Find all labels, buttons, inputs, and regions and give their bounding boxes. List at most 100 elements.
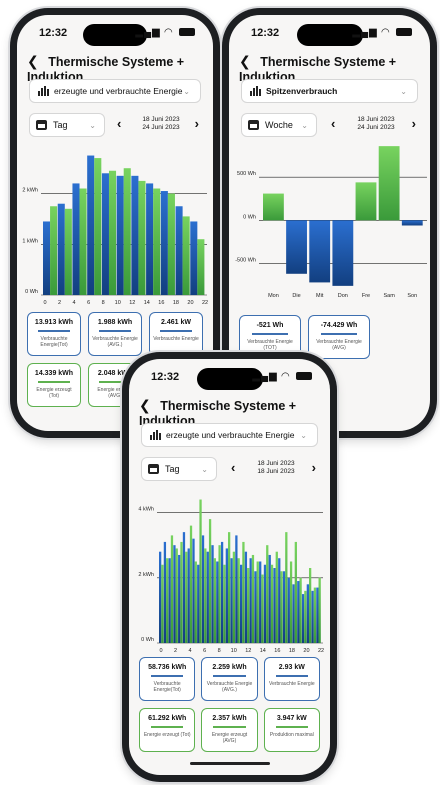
consumption-bar — [220, 541, 224, 643]
stat-card[interactable]: 2.461 kW Verbrauchte Energie — [149, 312, 203, 356]
stat-divider — [321, 333, 357, 335]
nav-bar: ❮ Thermische Systeme + Induktion — [27, 53, 203, 84]
production-bar — [270, 564, 274, 643]
x-tick-label: 12 — [245, 648, 251, 654]
period-select[interactable]: Woche ⌄ — [241, 113, 317, 137]
x-tick-label: 6 — [87, 300, 90, 305]
date-range-row: Woche ⌄ ‹ 18 Juni 2023 24 Juni 2023 › — [241, 113, 418, 137]
x-tick-label: 16 — [158, 300, 164, 305]
nav-bar: ❮ Thermische Systeme + Induktion — [139, 397, 320, 428]
consumption-bar — [332, 220, 354, 286]
stat-divider — [213, 675, 246, 677]
consumption-bar — [43, 221, 51, 295]
consumption-bar — [225, 548, 228, 643]
production-bar — [199, 499, 202, 643]
energy-chart: 4 kWh 2 kWh 0 Wh 0 2 4 6 8 10 12 14 16 18 20 22 — [129, 489, 330, 654]
next-arrow-icon[interactable]: › — [312, 460, 316, 475]
status-time: 12:32 — [151, 371, 180, 383]
stat-card[interactable]: 2.259 kWh Verbrauchte Energie (AVG.) — [201, 657, 258, 701]
stat-card[interactable]: 2.357 kWh Energie erzeugt (AVG) — [201, 708, 258, 752]
metric-select[interactable]: erzeugte und verbrauchte Energie ⌄ — [141, 423, 318, 447]
x-tick-label: 18 — [289, 648, 295, 654]
stat-card[interactable]: -74.429 Wh Verbrauchte Energie (AVG) — [308, 315, 370, 359]
stat-value: 61.292 kWh — [148, 715, 187, 722]
stat-divider — [213, 726, 246, 728]
x-tick-label: Mon — [268, 293, 279, 299]
production-bar — [123, 168, 131, 295]
x-tick-label: 20 — [187, 300, 193, 305]
period-select[interactable]: Tag ⌄ — [141, 457, 217, 481]
prev-arrow-icon[interactable]: ‹ — [231, 460, 235, 475]
stat-divider — [275, 726, 309, 728]
screen-center: 12:32 ▂▄▆ ◠ ❮ Thermische Systeme + Induk… — [129, 359, 330, 775]
next-arrow-icon[interactable]: › — [412, 116, 416, 131]
stat-card[interactable]: 14.339 kWh Energie erzeugt (Tot) — [27, 363, 81, 407]
period-select[interactable]: Tag ⌄ — [29, 113, 105, 137]
metric-select[interactable]: erzeugte und verbrauchte Energie ⌄ — [29, 79, 201, 103]
production-bar — [247, 568, 250, 643]
prev-arrow-icon[interactable]: ‹ — [117, 116, 121, 131]
stat-label: Verbrauchte Energie (TOT) — [247, 339, 293, 351]
date-range-row: Tag ⌄ ‹ 18 Juni 2023 24 Juni 2023 › — [29, 113, 201, 137]
consumption-bar — [72, 183, 80, 295]
back-chevron-icon[interactable]: ❮ — [27, 53, 39, 70]
consumption-bar — [159, 551, 162, 643]
consumption-bar — [211, 545, 214, 643]
next-arrow-icon[interactable]: › — [195, 116, 199, 131]
y-tick-label: -500 Wh — [235, 257, 256, 263]
date-start: 18 Juni 2023 — [142, 116, 180, 123]
production-bar — [79, 188, 87, 295]
production-bar — [175, 548, 178, 643]
chevron-down-icon: ⌄ — [183, 86, 190, 96]
stat-value: 14.339 kWh — [34, 370, 74, 377]
battery-icon — [179, 28, 195, 37]
prev-arrow-icon[interactable]: ‹ — [331, 116, 335, 131]
back-chevron-icon[interactable]: ❮ — [239, 53, 251, 70]
stat-value: 2.357 kWh — [212, 715, 247, 722]
stat-card[interactable]: 58.736 kWh Verbrauchte Energie(Tot) — [139, 657, 196, 701]
production-bar — [50, 206, 58, 295]
metric-select-value: erzeugte und verbrauchte Energie — [166, 430, 295, 440]
stat-label: Verbrauchte Energie (AVG) — [316, 339, 362, 351]
production-bar — [299, 577, 302, 643]
production-bar — [208, 519, 212, 643]
production-bar — [237, 558, 240, 643]
peak-consumption-chart: 500 Wh 0 Wh -500 Wh Mon Die Mit Don Fre Sam Son — [229, 145, 430, 310]
production-bar — [294, 541, 297, 643]
stat-card[interactable]: 61.292 kWh Energie erzeugt (Tot) — [139, 708, 196, 752]
calendar-icon — [36, 120, 47, 130]
y-tick-label: 0 Wh — [141, 637, 154, 643]
consumption-bar — [192, 538, 195, 643]
x-tick-label: Fre — [362, 293, 370, 299]
stat-label: Verbrauchte Energie(Tot) — [153, 681, 181, 693]
production-bar — [289, 561, 293, 643]
consumption-bar — [190, 221, 198, 295]
production-bar — [308, 568, 312, 643]
stat-card[interactable]: 2.93 kW Verbrauchte Energie — [263, 657, 320, 701]
y-tick-label: 4 kWh — [138, 507, 154, 513]
metric-select[interactable]: Spitzenverbrauch ⌄ — [241, 79, 418, 103]
consumption-bar — [249, 558, 252, 643]
stat-value: 1.988 kWh — [97, 319, 133, 326]
x-tick-label: 22 — [202, 300, 208, 305]
chevron-down-icon: ⌄ — [300, 430, 307, 440]
production-bar — [378, 146, 400, 221]
production-bar — [227, 532, 231, 643]
x-tick-label: 0 — [43, 300, 46, 305]
peak-chart-svg: 500 Wh 0 Wh -500 Wh Mon Die Mit Don Fre Sam Son — [235, 146, 427, 299]
x-tick-label: Don — [338, 293, 348, 299]
consumption-bar — [268, 554, 271, 643]
back-chevron-icon[interactable]: ❮ — [139, 397, 151, 414]
stat-divider — [275, 675, 309, 677]
consumption-bar — [240, 564, 243, 643]
status-icons: ▂▄▆ ◠ — [135, 27, 195, 38]
production-bar — [94, 158, 102, 295]
x-tick-label: 2 — [174, 648, 177, 654]
stat-card[interactable]: 3.947 kW Produktion maximal — [263, 708, 320, 752]
stat-card[interactable]: 1.988 kWh Verbrauchte Energie (AVG.) — [88, 312, 142, 356]
date-start: 18 Juni 2023 — [357, 116, 395, 123]
x-tick-label: 6 — [203, 648, 206, 654]
stat-value: 58.736 kWh — [148, 664, 187, 671]
stat-card[interactable]: 13.913 kWh Verbrauchte Energie(Tot) — [27, 312, 81, 356]
x-tick-label: 18 — [173, 300, 179, 305]
